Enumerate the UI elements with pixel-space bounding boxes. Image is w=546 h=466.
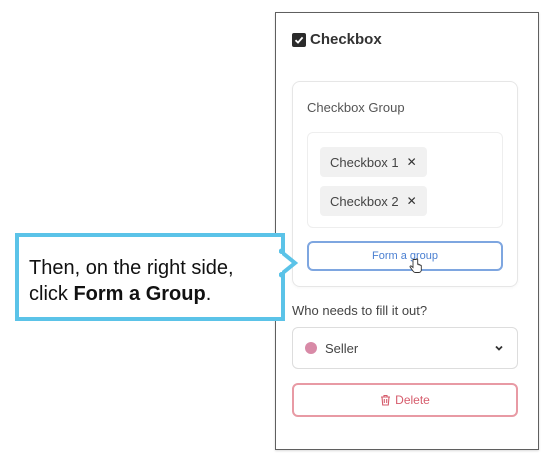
panel-title: Checkbox xyxy=(310,31,382,48)
callout-line-1: Then, on the right side, xyxy=(29,257,234,279)
group-title: Checkbox Group xyxy=(307,100,405,115)
callout-line-2-suffix: . xyxy=(205,283,212,305)
chip-checkbox-2: Checkbox 2 ✕ xyxy=(320,186,427,216)
chevron-down-icon xyxy=(495,345,503,351)
remove-icon[interactable]: ✕ xyxy=(407,194,417,208)
trash-icon xyxy=(381,394,391,406)
delete-button[interactable]: Delete xyxy=(292,383,518,417)
tutorial-stage: Checkbox Checkbox Group Checkbox 1 ✕ Che… xyxy=(0,0,546,466)
signer-select[interactable]: Seller xyxy=(292,327,518,369)
fill-out-question: Who needs to fill it out? xyxy=(292,303,428,318)
role-color-dot xyxy=(305,342,317,354)
callout-emphasis: Form a Group xyxy=(73,283,206,305)
chip-label: Checkbox 1 xyxy=(330,154,399,170)
hand-cursor-icon xyxy=(409,258,422,273)
signer-select-value: Seller xyxy=(325,340,359,356)
checkbox-checked-icon xyxy=(292,32,306,47)
properties-panel: Checkbox Checkbox Group Checkbox 1 ✕ Che… xyxy=(275,12,539,450)
callout-line-2-prefix: click xyxy=(29,283,74,305)
remove-icon[interactable]: ✕ xyxy=(407,155,417,169)
callout-pointer-arrow xyxy=(279,248,299,278)
chip-label: Checkbox 2 xyxy=(330,193,399,209)
delete-label: Delete xyxy=(395,393,430,407)
chip-list: Checkbox 1 ✕ Checkbox 2 ✕ xyxy=(307,132,503,228)
panel-header: Checkbox xyxy=(292,31,382,48)
chip-checkbox-1: Checkbox 1 ✕ xyxy=(320,147,427,177)
checkbox-group-card: Checkbox Group Checkbox 1 ✕ Checkbox 2 ✕… xyxy=(292,81,518,287)
callout-text: Then, on the right side, click Form a Gr… xyxy=(29,255,234,307)
instruction-callout: Then, on the right side, click Form a Gr… xyxy=(15,233,285,321)
form-group-button[interactable]: Form a group xyxy=(307,241,503,271)
